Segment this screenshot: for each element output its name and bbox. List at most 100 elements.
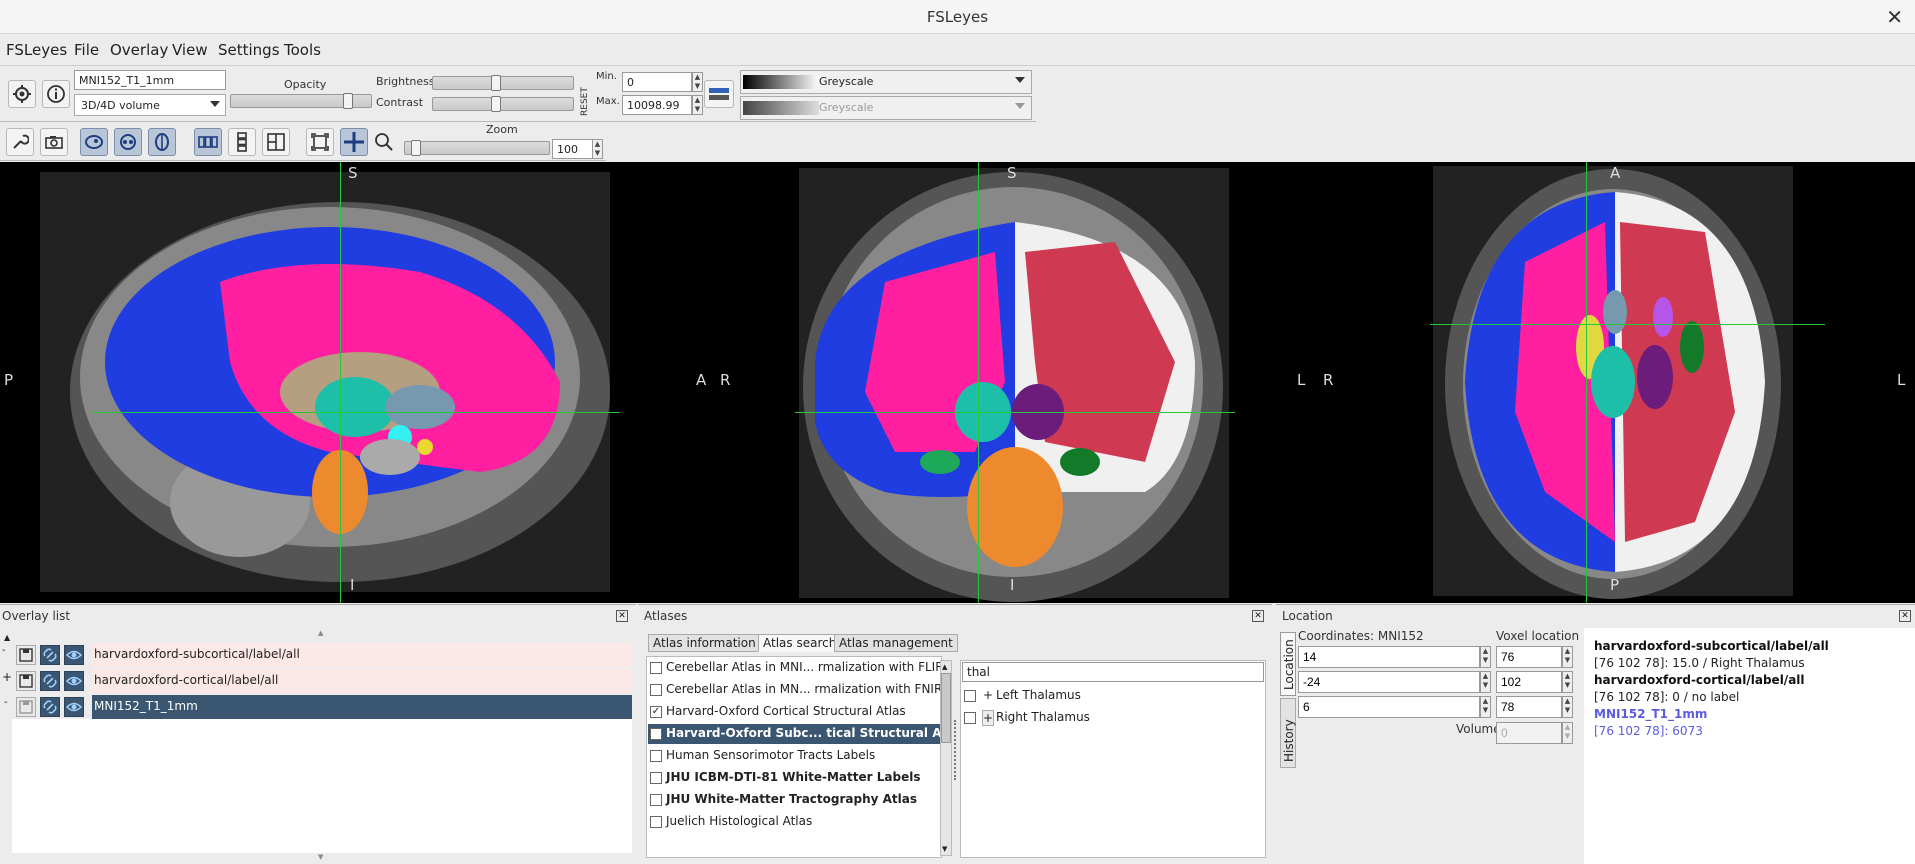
ortho-canvas[interactable]: S I P A S I R L A P R L: [0, 162, 1915, 603]
voxel-y-spinner[interactable]: ▲ ▼: [1562, 671, 1573, 693]
link-icon[interactable]: [40, 645, 60, 665]
atlas-checkbox[interactable]: [650, 794, 662, 806]
atlas-checkbox[interactable]: [650, 684, 662, 696]
splitter-handle[interactable]: [954, 720, 958, 780]
visibility-eye-icon[interactable]: [64, 645, 84, 665]
atlas-checkbox[interactable]: [650, 662, 662, 674]
search-result-item[interactable]: + Left Thalamus: [964, 686, 1264, 706]
close-icon[interactable]: ✕: [1252, 610, 1264, 622]
brightness-slider-thumb[interactable]: [491, 75, 501, 91]
region-checkbox[interactable]: [964, 712, 976, 724]
atlas-checkbox[interactable]: ✓: [650, 728, 662, 740]
opacity-slider-thumb[interactable]: [343, 93, 353, 109]
menu-view[interactable]: View: [172, 41, 208, 59]
zoom-input[interactable]: [552, 139, 594, 159]
tab-atlas-management[interactable]: Atlas management: [834, 634, 958, 652]
save-icon[interactable]: [16, 671, 36, 691]
zoom-slider[interactable]: [404, 140, 550, 156]
search-result-item[interactable]: + Right Thalamus: [964, 708, 1264, 728]
max-spinner[interactable]: ▲ ▼: [692, 95, 703, 115]
contrast-slider-thumb[interactable]: [491, 96, 501, 112]
atlas-checkbox[interactable]: ✓: [650, 706, 662, 718]
voxel-x-spinner[interactable]: ▲ ▼: [1562, 646, 1573, 668]
menu-settings[interactable]: Settings: [218, 41, 280, 59]
volume-input[interactable]: [1496, 722, 1562, 744]
toggle-axial-button[interactable]: [148, 128, 176, 156]
atlas-item[interactable]: Cerebellar Atlas in MN... rmalization wi…: [648, 680, 940, 700]
atlas-checkbox[interactable]: [650, 772, 662, 784]
expand-icon[interactable]: +: [982, 688, 994, 702]
expand-icon[interactable]: +: [982, 710, 994, 726]
scroll-down-icon[interactable]: ▼: [318, 853, 323, 861]
coord-x-input[interactable]: [1298, 646, 1480, 668]
negative-colormap-select[interactable]: Greyscale: [740, 96, 1032, 120]
overlay-row[interactable]: harvardoxford-cortical/label/all: [12, 669, 632, 693]
volume-spinner[interactable]: ▲ ▼: [1562, 722, 1573, 744]
atlas-item[interactable]: Human Sensorimotor Tracts Labels: [648, 746, 940, 766]
toggle-sagittal-button[interactable]: [80, 128, 108, 156]
close-icon[interactable]: ✕: [1886, 5, 1903, 29]
close-icon[interactable]: ✕: [1899, 610, 1911, 622]
axial-view[interactable]: A P R L: [1315, 162, 1915, 603]
link-icon[interactable]: [40, 671, 60, 691]
max-input[interactable]: [622, 95, 692, 115]
brightness-slider[interactable]: [432, 75, 574, 91]
coord-z-spinner[interactable]: ▲ ▼: [1480, 696, 1491, 718]
zoom-slider-thumb[interactable]: [411, 140, 421, 156]
save-icon[interactable]: [16, 697, 36, 717]
min-spinner[interactable]: ▲ ▼: [692, 72, 703, 92]
atlas-item[interactable]: JHU White-Matter Tractography Atlas: [648, 790, 940, 810]
atlas-checkbox[interactable]: [650, 750, 662, 762]
atlas-search-input[interactable]: [962, 662, 1264, 682]
invert-colormap-button[interactable]: [704, 80, 734, 108]
atlas-list-scrollbar[interactable]: ▲ ▼: [940, 660, 952, 856]
scroll-up-icon[interactable]: ▲: [942, 663, 947, 671]
voxel-z-input[interactable]: [1496, 696, 1562, 718]
save-icon[interactable]: [16, 645, 36, 665]
contrast-slider[interactable]: [432, 96, 574, 112]
visibility-eye-icon[interactable]: [64, 697, 84, 717]
menu-fsleyes[interactable]: FSLeyes: [6, 41, 67, 59]
reset-button[interactable]: RESET: [580, 76, 590, 116]
voxel-x-input[interactable]: [1496, 646, 1562, 668]
tab-atlas-search[interactable]: Atlas search: [758, 634, 842, 652]
toggle-coronal-button[interactable]: [114, 128, 142, 156]
voxel-z-spinner[interactable]: ▲ ▼: [1562, 696, 1573, 718]
opacity-slider[interactable]: [230, 93, 372, 109]
coronal-view[interactable]: S I R L: [715, 162, 1315, 603]
overlay-list-move-down[interactable]: -: [2, 645, 6, 656]
menu-tools[interactable]: Tools: [284, 41, 321, 59]
layout-vertical-button[interactable]: [228, 128, 256, 156]
display-settings-button[interactable]: [8, 80, 36, 108]
toggle-cursor-button[interactable]: [340, 128, 368, 156]
reset-zoom-button[interactable]: [306, 128, 334, 156]
scroll-up-icon[interactable]: ▲: [318, 629, 323, 637]
colormap-select[interactable]: Greyscale: [740, 70, 1032, 94]
atlas-item[interactable]: ✓ Harvard-Oxford Cortical Structural Atla…: [648, 702, 940, 722]
screenshot-button[interactable]: [40, 128, 68, 156]
layout-horizontal-button[interactable]: [194, 128, 222, 156]
move-up-icon[interactable]: ▲: [4, 633, 10, 642]
link-icon[interactable]: [40, 697, 60, 717]
coord-y-spinner[interactable]: ▲ ▼: [1480, 671, 1491, 693]
view-settings-button[interactable]: [6, 128, 34, 156]
atlas-item-selected[interactable]: ✓ Harvard-Oxford Subc... tical Structural…: [648, 724, 940, 744]
add-overlay-button[interactable]: +: [2, 670, 12, 684]
coord-x-spinner[interactable]: ▲ ▼: [1480, 646, 1491, 668]
min-input[interactable]: [622, 72, 692, 92]
close-icon[interactable]: ✕: [616, 610, 628, 622]
coord-z-input[interactable]: [1298, 696, 1480, 718]
scrollbar-thumb[interactable]: [941, 673, 951, 743]
remove-overlay-button[interactable]: -: [4, 697, 8, 708]
scroll-down-icon[interactable]: ▼: [942, 845, 947, 853]
atlas-item[interactable]: Cerebellar Atlas in MNI... rmalization w…: [648, 658, 940, 678]
zoom-spinner[interactable]: ▲ ▼: [592, 139, 603, 159]
visibility-eye-icon[interactable]: [64, 671, 84, 691]
atlas-item[interactable]: Juelich Histological Atlas: [648, 812, 940, 832]
overlay-name-input[interactable]: [74, 70, 226, 90]
menu-file[interactable]: File: [74, 41, 99, 59]
layout-grid-button[interactable]: [262, 128, 290, 156]
overlay-type-select[interactable]: 3D/4D volume: [74, 94, 226, 116]
overlay-row-selected[interactable]: MNI152_T1_1mm: [12, 695, 632, 719]
overlay-row[interactable]: harvardoxford-subcortical/label/all: [12, 643, 632, 667]
